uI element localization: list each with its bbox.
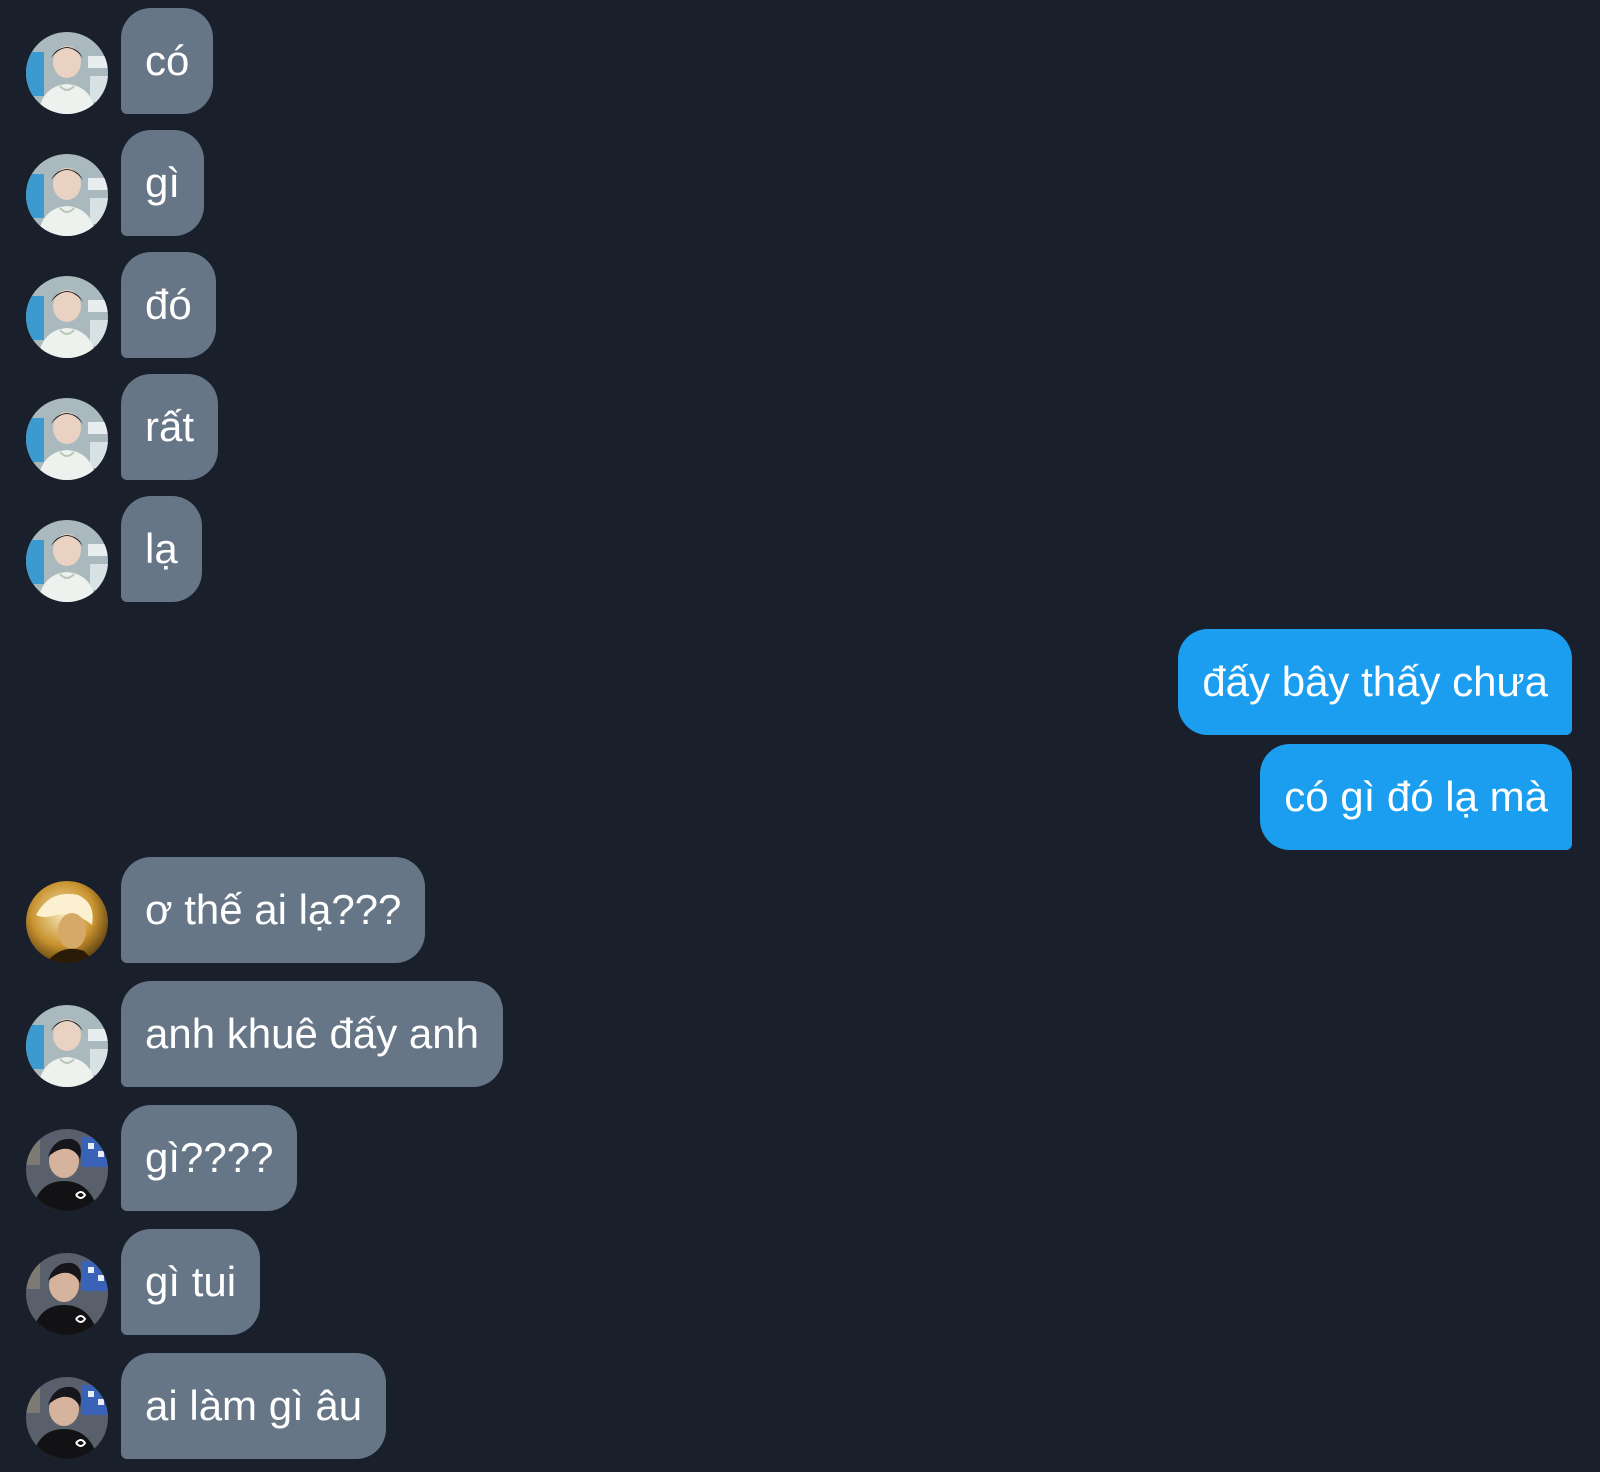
message-row-incoming: anh khuê đấy anh (0, 981, 1600, 1087)
message-row-incoming: rất (0, 374, 1600, 480)
incoming-message-bubble[interactable]: gì (121, 130, 205, 236)
incoming-message-bubble[interactable]: ơ thế ai lạ??? (121, 857, 426, 963)
avatar-white-shirt[interactable] (26, 276, 108, 358)
incoming-message-bubble[interactable]: anh khuê đấy anh (121, 981, 503, 1087)
avatar-white-shirt[interactable] (26, 32, 108, 114)
message-row-incoming: gì???? (0, 1105, 1600, 1211)
message-row-incoming: lạ (0, 496, 1600, 602)
message-row-outgoing: đấy bây thấy chưa (0, 629, 1600, 735)
incoming-message-bubble[interactable]: đó (121, 252, 216, 358)
message-row-incoming: đó (0, 252, 1600, 358)
message-row-incoming: gì tui (0, 1229, 1600, 1335)
avatar-blonde[interactable] (26, 881, 108, 963)
outgoing-message-bubble[interactable]: đấy bây thấy chưa (1178, 629, 1572, 735)
outgoing-message-bubble[interactable]: có gì đó lạ mà (1260, 744, 1572, 850)
message-row-outgoing: có gì đó lạ mà (0, 744, 1600, 850)
incoming-message-bubble[interactable]: có (121, 8, 214, 114)
avatar-black-shirt[interactable] (26, 1377, 108, 1459)
avatar-black-shirt[interactable] (26, 1129, 108, 1211)
avatar-white-shirt[interactable] (26, 398, 108, 480)
incoming-message-bubble[interactable]: gì tui (121, 1229, 261, 1335)
incoming-message-bubble[interactable]: ai làm gì âu (121, 1353, 387, 1459)
avatar-black-shirt[interactable] (26, 1253, 108, 1335)
incoming-message-bubble[interactable]: rất (121, 374, 219, 480)
message-row-incoming: ơ thế ai lạ??? (0, 857, 1600, 963)
message-row-incoming: có (0, 8, 1600, 114)
incoming-message-bubble[interactable]: lạ (121, 496, 202, 602)
message-row-incoming: ai làm gì âu (0, 1353, 1600, 1459)
avatar-white-shirt[interactable] (26, 154, 108, 236)
incoming-message-bubble[interactable]: gì???? (121, 1105, 298, 1211)
message-row-incoming: gì (0, 130, 1600, 236)
avatar-white-shirt[interactable] (26, 1005, 108, 1087)
avatar-white-shirt[interactable] (26, 520, 108, 602)
